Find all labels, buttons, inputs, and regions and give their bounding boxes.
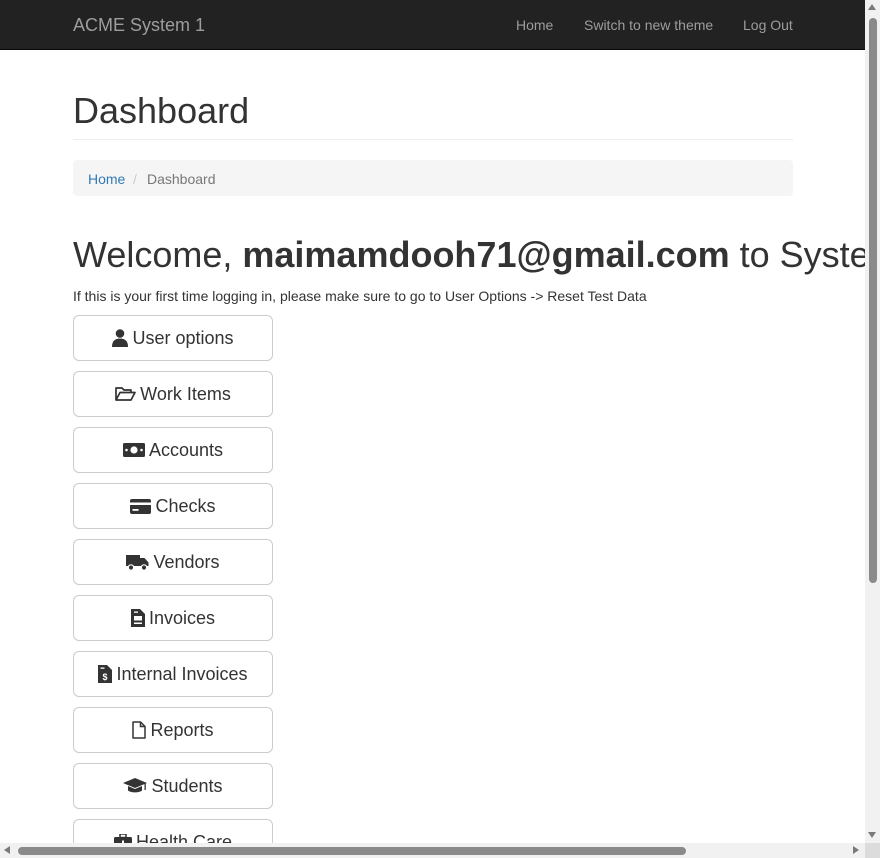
welcome-heading: Welcome, maimamdooh71@gmail.com to Syste…: [73, 233, 865, 277]
welcome-suffix: to System 1: [739, 234, 865, 275]
scroll-right-arrow-icon[interactable]: [853, 846, 859, 854]
scroll-left-arrow-icon[interactable]: [4, 846, 10, 854]
checks-button[interactable]: Checks: [73, 483, 273, 529]
medkit-icon: [113, 834, 132, 843]
page-title: Dashboard: [73, 90, 250, 131]
button-label: Health Care: [135, 831, 233, 844]
page-content: Dashboard Home / Dashboard Welcome, maim…: [0, 50, 865, 843]
reports-button[interactable]: Reports: [73, 707, 273, 753]
button-label: Reports: [150, 719, 214, 740]
nav-switch-theme-link[interactable]: Switch to new theme: [584, 17, 713, 33]
svg-text:$: $: [103, 672, 108, 682]
user-options-button[interactable]: User options: [73, 315, 273, 361]
button-label: Invoices: [148, 607, 216, 628]
file-invoice-dollar-icon: $: [98, 665, 113, 683]
brand-link[interactable]: ACME System 1: [73, 15, 205, 36]
invoices-button[interactable]: Invoices: [73, 595, 273, 641]
money-bill-icon: [122, 443, 145, 457]
scroll-down-arrow-icon[interactable]: [868, 832, 876, 838]
file-invoice-icon: [130, 609, 145, 627]
vertical-scrollbar[interactable]: [865, 0, 880, 843]
vertical-scrollbar-thumb[interactable]: [869, 18, 877, 583]
breadcrumb-home-link[interactable]: Home: [88, 171, 125, 187]
folder-open-icon: [115, 386, 137, 402]
accounts-button[interactable]: Accounts: [73, 427, 273, 473]
button-label: User options: [132, 327, 234, 348]
welcome-prefix: Welcome,: [73, 234, 243, 275]
horizontal-scrollbar[interactable]: [0, 843, 865, 858]
credit-card-icon: [130, 498, 152, 514]
breadcrumb-separator: /: [133, 171, 137, 187]
button-label: Internal Invoices: [116, 663, 248, 684]
title-divider: [73, 139, 793, 140]
scroll-up-arrow-icon[interactable]: [868, 4, 876, 10]
breadcrumb-current: Dashboard: [147, 171, 216, 187]
file-icon: [132, 721, 147, 739]
vendors-button[interactable]: Vendors: [73, 539, 273, 585]
button-label: Checks: [155, 495, 216, 516]
breadcrumb: Home / Dashboard: [73, 160, 793, 196]
nav-logout-link[interactable]: Log Out: [743, 17, 793, 33]
health-care-button[interactable]: Health Care: [73, 819, 273, 843]
user-icon: [112, 329, 129, 347]
top-navbar: ACME System 1 Home Switch to new theme L…: [0, 0, 865, 50]
scrollbar-corner: [865, 843, 880, 858]
work-items-button[interactable]: Work Items: [73, 371, 273, 417]
button-label: Work Items: [140, 383, 231, 404]
horizontal-scrollbar-thumb[interactable]: [18, 847, 686, 855]
graduation-cap-icon: [123, 778, 148, 794]
first-login-note: If this is your first time logging in, p…: [73, 288, 647, 304]
button-label: Students: [151, 775, 223, 796]
students-button[interactable]: Students: [73, 763, 273, 809]
button-label: Accounts: [148, 439, 224, 460]
nav-home-link[interactable]: Home: [516, 17, 553, 33]
truck-icon: [126, 554, 149, 571]
button-label: Vendors: [153, 551, 220, 572]
welcome-user-email: maimamdooh71@gmail.com: [242, 234, 730, 275]
internal-invoices-button[interactable]: $ Internal Invoices: [73, 651, 273, 697]
